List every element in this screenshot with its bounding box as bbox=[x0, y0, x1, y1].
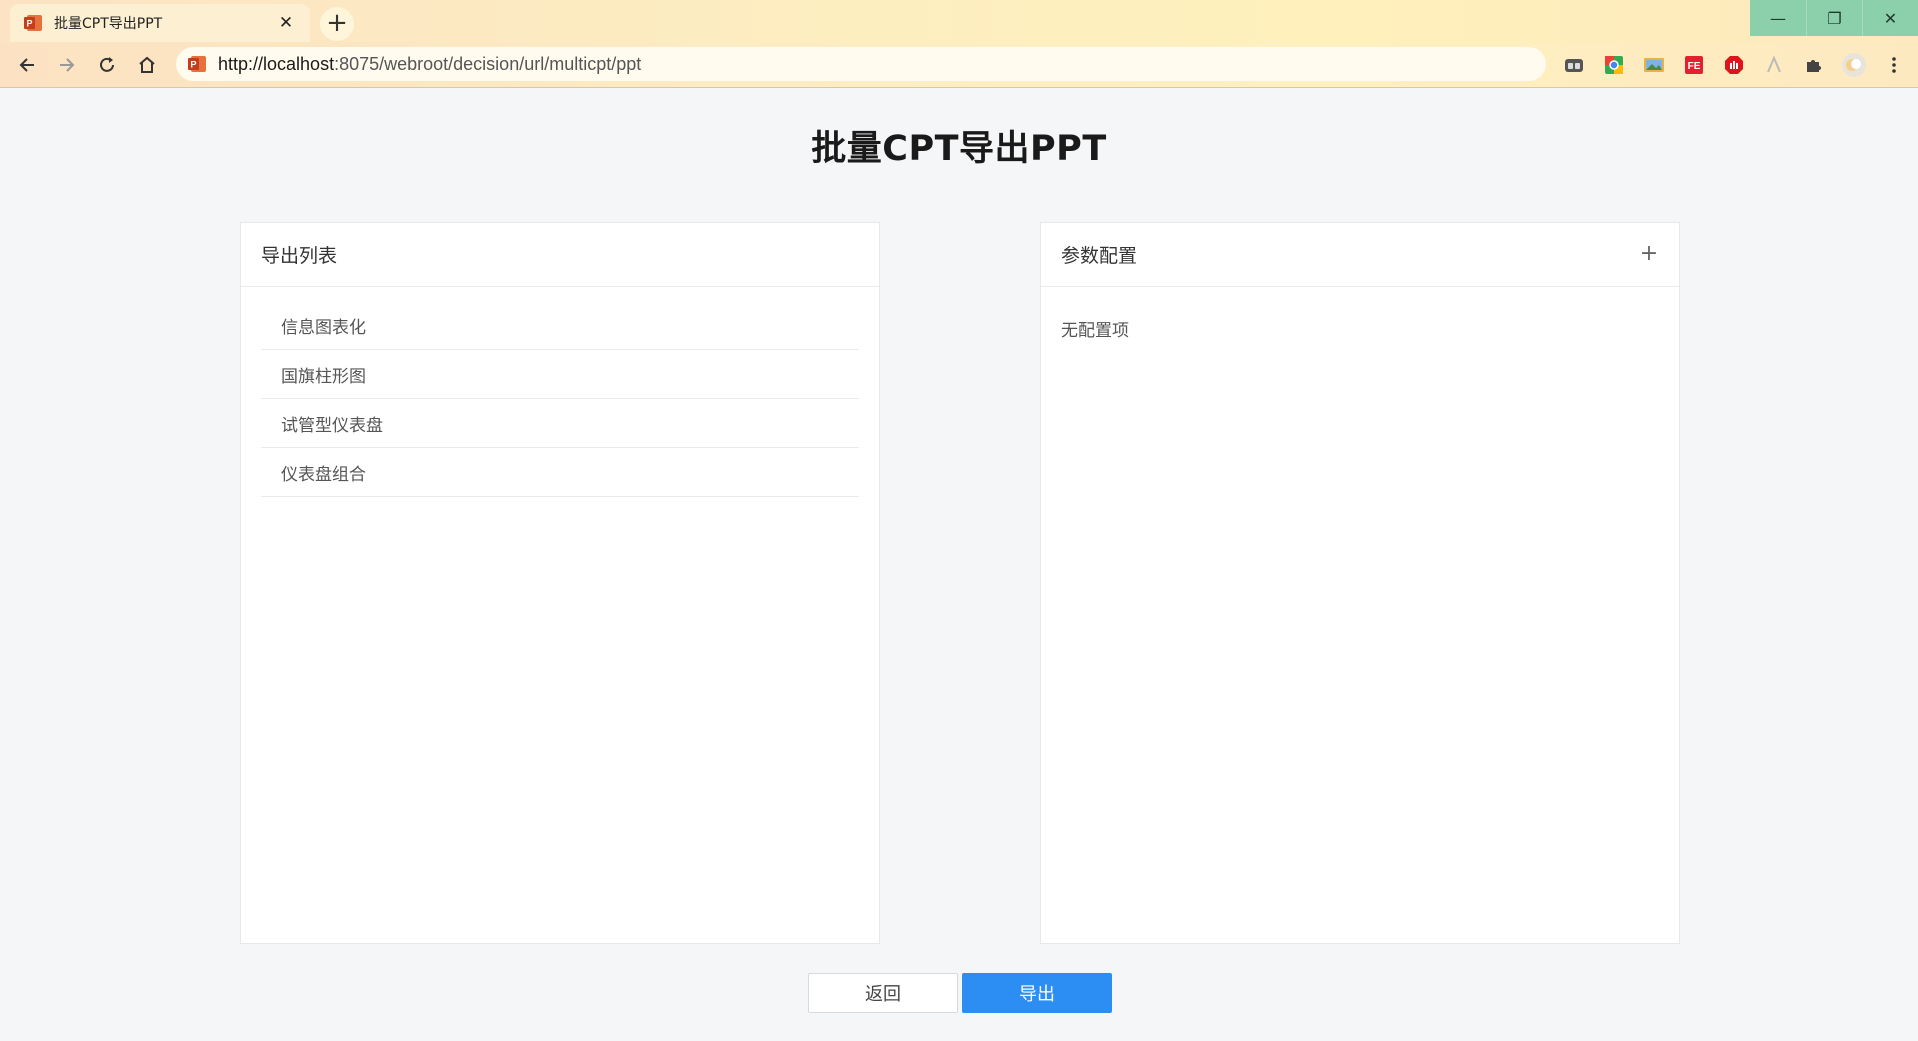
param-config-panel: 参数配置 + 无配置项 bbox=[1040, 222, 1680, 944]
text-extension-icon[interactable] bbox=[1760, 51, 1788, 79]
home-button[interactable] bbox=[130, 48, 164, 82]
window-controls: — ❐ ✕ bbox=[1750, 0, 1918, 36]
arrow-left-icon bbox=[19, 58, 34, 72]
tab-close-icon[interactable]: ✕ bbox=[276, 13, 296, 33]
param-config-title: 参数配置 bbox=[1061, 245, 1138, 267]
new-tab-button[interactable]: + bbox=[320, 7, 354, 41]
export-button[interactable]: 导出 bbox=[962, 973, 1112, 1013]
extension-toolbar: FE bbox=[1560, 51, 1918, 79]
export-list-header: 导出列表 bbox=[241, 223, 879, 287]
list-item[interactable]: 试管型仪表盘 bbox=[261, 399, 859, 448]
svg-text:P: P bbox=[190, 60, 196, 70]
chrome-store-icon[interactable] bbox=[1600, 51, 1628, 79]
url-path: :8075/webroot/decision/url/multicpt/ppt bbox=[334, 53, 642, 74]
page-title: 批量CPT导出PPT bbox=[811, 129, 1107, 169]
arrow-right-icon bbox=[60, 58, 75, 72]
minimize-button[interactable]: — bbox=[1750, 0, 1806, 36]
kebab-menu-icon[interactable] bbox=[1880, 51, 1908, 79]
profile-avatar-icon[interactable] bbox=[1840, 51, 1868, 79]
address-bar[interactable]: P http://localhost:8075/webroot/decision… bbox=[176, 47, 1546, 81]
adblock-icon[interactable] bbox=[1720, 51, 1748, 79]
tab-manager-icon[interactable] bbox=[1560, 51, 1588, 79]
list-item[interactable]: 国旗柱形图 bbox=[261, 350, 859, 399]
fe-extension-icon[interactable]: FE bbox=[1680, 51, 1708, 79]
close-window-button[interactable]: ✕ bbox=[1862, 0, 1918, 36]
reload-button[interactable] bbox=[90, 48, 124, 82]
powerpoint-icon: P bbox=[24, 15, 42, 31]
puzzle-extensions-icon[interactable] bbox=[1800, 51, 1828, 79]
back-button[interactable]: 返回 bbox=[808, 973, 958, 1013]
url-host: http://localhost bbox=[218, 53, 335, 74]
image-extension-icon[interactable] bbox=[1640, 51, 1668, 79]
param-config-body: 无配置项 bbox=[1041, 316, 1679, 341]
add-param-button[interactable]: + bbox=[1637, 243, 1661, 267]
export-list: 信息图表化 国旗柱形图 试管型仪表盘 仪表盘组合 bbox=[241, 287, 879, 511]
tab-title: 批量CPT导出PPT bbox=[54, 16, 163, 32]
svg-text:FE: FE bbox=[1688, 61, 1701, 72]
reload-icon bbox=[100, 57, 114, 72]
empty-config-text: 无配置项 bbox=[1061, 321, 1129, 341]
powerpoint-icon: P bbox=[188, 56, 206, 72]
export-list-panel: 导出列表 信息图表化 国旗柱形图 试管型仪表盘 仪表盘组合 bbox=[240, 222, 880, 944]
browser-tab[interactable]: P 批量CPT导出PPT ✕ bbox=[10, 4, 310, 42]
list-item[interactable]: 仪表盘组合 bbox=[261, 448, 859, 497]
param-config-header: 参数配置 + bbox=[1041, 223, 1679, 287]
browser-titlebar: P 批量CPT导出PPT ✕ + — ❐ ✕ bbox=[0, 0, 1918, 42]
forward-nav-button[interactable] bbox=[50, 48, 84, 82]
url-text: http://localhost:8075/webroot/decision/u… bbox=[218, 54, 641, 75]
list-item[interactable]: 信息图表化 bbox=[261, 301, 859, 350]
home-icon bbox=[139, 56, 155, 73]
back-nav-button[interactable] bbox=[10, 48, 44, 82]
browser-toolbar: P http://localhost:8075/webroot/decision… bbox=[0, 42, 1918, 88]
svg-text:P: P bbox=[26, 19, 32, 29]
restore-button[interactable]: ❐ bbox=[1806, 0, 1862, 36]
